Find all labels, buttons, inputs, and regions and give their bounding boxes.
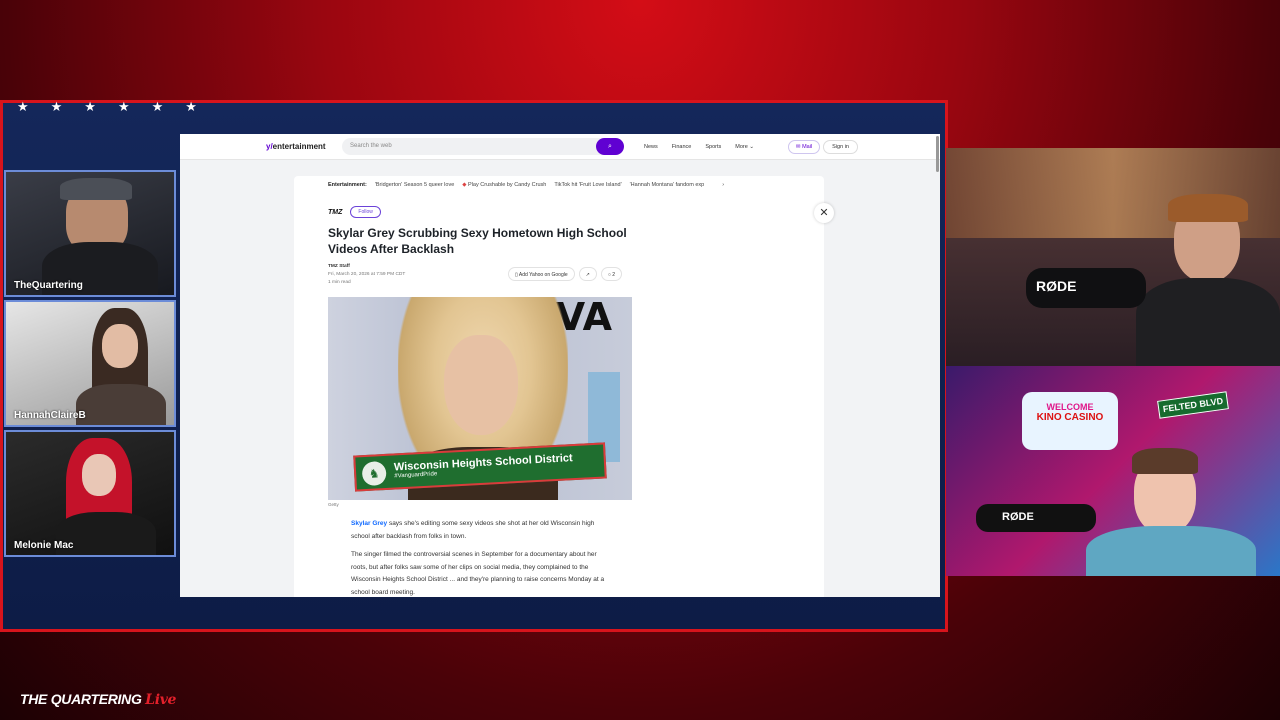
paragraph: The singer filmed the controversial scen… — [351, 551, 605, 596]
author: TMZ Staff — [328, 264, 350, 269]
close-button[interactable]: ✕ — [814, 203, 834, 223]
webcam-host-top: RØDE — [946, 148, 1280, 366]
trending-label: Entertainment: — [328, 182, 367, 188]
sign-in-button[interactable]: Sign in — [823, 139, 858, 154]
share-button[interactable]: ↗ — [578, 267, 597, 281]
microphone: RØDE — [1026, 268, 1146, 308]
document-icon: ▯ — [515, 272, 518, 278]
mail-icon: ✉ — [795, 143, 801, 150]
article-body: Skylar Grey says she's editing some sexy… — [351, 518, 611, 597]
cam-name-label: TheQuartering — [14, 280, 83, 291]
comment-icon: ○ — [607, 272, 611, 278]
nav-finance[interactable]: Finance — [672, 144, 692, 150]
nav-sports[interactable]: Sports — [705, 144, 721, 150]
publish-date: Fri, March 20, 2026 at 7:59 PM CDT — [328, 272, 406, 277]
webcam-melonie-mac: Melonie Mac — [4, 430, 176, 557]
nav-more[interactable]: More ⌄ — [735, 144, 754, 150]
share-icon: ↗ — [585, 272, 590, 278]
casino-sign: WELCOME KINO CASINO — [1022, 392, 1118, 450]
cam-name-label: HannahClaireB — [14, 410, 86, 421]
paragraph: Skylar Grey says she's editing some sexy… — [351, 520, 595, 540]
stars-decoration: ★★★★★★ — [17, 100, 219, 115]
trending-item[interactable]: TikTok hit 'Fruit Love Island' — [554, 182, 621, 194]
publisher-logo[interactable]: TMZ — [328, 209, 342, 216]
close-icon: ✕ — [819, 207, 829, 219]
search-input[interactable]: Search the web ⌕ — [342, 138, 624, 155]
nav-news[interactable]: News — [644, 144, 658, 150]
microphone: RØDE — [976, 504, 1096, 532]
artist-link[interactable]: Skylar Grey — [351, 520, 387, 527]
article-photo: VA ♞ Wisconsin Heights School District #… — [328, 297, 632, 500]
search-icon: ⌕ — [608, 143, 612, 150]
street-sign: FELTED BLVD — [1157, 391, 1229, 419]
article-meta: TMZ Staff Fri, March 20, 2026 at 7:59 PM… — [328, 263, 648, 287]
scrollbar[interactable] — [936, 136, 939, 172]
article-actions: ▯ Add Yahoo on Google ↗ ○ 2 — [508, 267, 623, 281]
photo-credit: Getty — [328, 502, 339, 507]
yahoo-nav-links: News Finance Sports More ⌄ — [644, 144, 754, 150]
read-time: 1 min read — [328, 280, 351, 285]
trending-item[interactable]: ◆ Play Crushable by Candy Crush — [462, 182, 546, 194]
article-header: TMZ Follow Skylar Grey Scrubbing Sexy Ho… — [328, 206, 648, 287]
comments-button[interactable]: ○ 2 — [600, 267, 623, 281]
school-seal-icon: ♞ — [361, 460, 387, 487]
webcam-thequartering: TheQuartering — [4, 170, 176, 297]
follow-button[interactable]: Follow — [350, 206, 381, 218]
candy-icon: ◆ — [462, 182, 467, 188]
chevron-down-icon: ⌄ — [749, 143, 754, 150]
trending-bar: Entertainment: 'Bridgerton' Season 5 que… — [294, 176, 824, 194]
mail-button[interactable]: ✉ Mail — [787, 139, 821, 154]
webcam-hannahclaireb: HannahClaireB — [4, 300, 176, 427]
trending-item[interactable]: 'Bridgerton' Season 5 queer love — [375, 182, 454, 194]
browser-viewport: y/entertainment Search the web ⌕ News Fi… — [180, 134, 940, 597]
trending-item[interactable]: 'Hannah Montana' fandom exp — [630, 182, 705, 194]
article-headline: Skylar Grey Scrubbing Sexy Hometown High… — [328, 226, 627, 256]
chevron-right-icon[interactable]: › — [722, 182, 724, 194]
stream-brand-logo: THE QUARTERING Live — [20, 691, 177, 708]
add-source-button[interactable]: ▯ Add Yahoo on Google — [508, 267, 575, 281]
yahoo-header: y/entertainment Search the web ⌕ News Fi… — [180, 134, 940, 160]
cam-name-label: Melonie Mac — [14, 540, 74, 551]
school-district-banner: ♞ Wisconsin Heights School District #Van… — [353, 442, 607, 492]
face — [444, 335, 518, 435]
webcam-host-bottom: WELCOME KINO CASINO FELTED BLVD RØDE — [946, 366, 1280, 576]
yahoo-entertainment-logo[interactable]: y/entertainment — [266, 142, 342, 151]
search-button[interactable]: ⌕ — [596, 138, 624, 155]
